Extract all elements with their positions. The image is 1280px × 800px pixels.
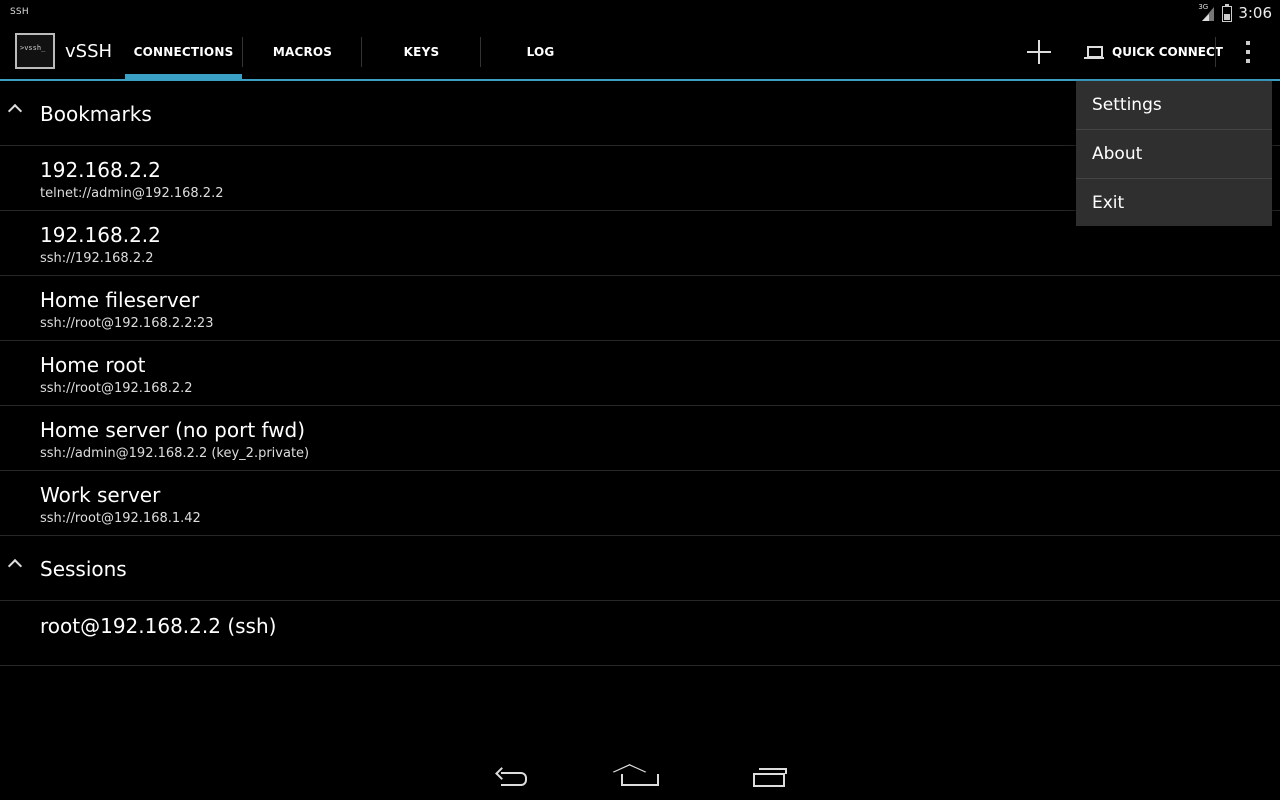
menu-item-label: Exit [1092, 193, 1125, 213]
bookmark-url: ssh://admin@192.168.2.2 (key_2.private) [40, 446, 310, 461]
status-icons: 3G 3:06 [1198, 3, 1272, 23]
bookmark-title: Work server [40, 483, 161, 507]
battery-icon [1222, 3, 1233, 22]
navigation-bar [0, 752, 1280, 800]
app-logo-text: >vssh_ [20, 44, 46, 52]
overflow-menu-icon [1246, 41, 1250, 45]
laptop-icon [1084, 45, 1104, 59]
home-icon[interactable] [621, 768, 659, 786]
quick-connect-button[interactable]: QUICK CONNECT [1084, 40, 1223, 64]
tab-macros-label: MACROS [272, 45, 333, 59]
overflow-menu-icon [1246, 50, 1250, 54]
signal-icon: 3G [1198, 3, 1216, 21]
action-divider [1215, 37, 1216, 67]
overflow-menu: Settings About Exit [1076, 81, 1272, 226]
overflow-menu-button[interactable] [1240, 39, 1256, 65]
tab-macros[interactable]: MACROS [243, 25, 362, 79]
tab-log-label: LOG [526, 45, 555, 59]
tab-keys[interactable]: KEYS [362, 25, 481, 79]
bookmark-url: ssh://192.168.2.2 [40, 251, 154, 266]
app-logo[interactable]: >vssh_ [15, 33, 55, 69]
action-bar: >vssh_ vSSH CONNECTIONS MACROS KEYS LOG … [0, 25, 1280, 81]
bookmark-item[interactable]: Work server ssh://root@192.168.1.42 [0, 471, 1280, 536]
tab-log[interactable]: LOG [481, 25, 600, 79]
section-title: Sessions [40, 557, 127, 581]
bookmark-title: 192.168.2.2 [40, 223, 161, 247]
quick-connect-label: QUICK CONNECT [1112, 45, 1223, 59]
bookmark-title: Home root [40, 353, 146, 377]
section-title: Bookmarks [40, 102, 152, 126]
tab-bar: CONNECTIONS MACROS KEYS LOG [124, 25, 600, 79]
add-bookmark-button[interactable] [1024, 37, 1054, 67]
recent-apps-icon[interactable] [751, 766, 787, 787]
tab-keys-label: KEYS [403, 45, 440, 59]
bookmark-title: Home fileserver [40, 288, 200, 312]
bookmark-title: Home server (no port fwd) [40, 418, 306, 442]
overflow-menu-icon [1246, 59, 1250, 63]
menu-item-settings[interactable]: Settings [1076, 81, 1272, 130]
session-item[interactable]: root@192.168.2.2 (ssh) [0, 601, 1280, 666]
bookmark-url: ssh://root@192.168.1.42 [40, 511, 201, 526]
bookmark-item[interactable]: Home server (no port fwd) ssh://admin@19… [0, 406, 1280, 471]
status-clock: 3:06 [1238, 4, 1272, 22]
tab-connections-label: CONNECTIONS [133, 45, 234, 59]
bookmark-url: telnet://admin@192.168.2.2 [40, 186, 224, 201]
menu-item-exit[interactable]: Exit [1076, 179, 1272, 226]
bookmark-item[interactable]: Home root ssh://root@192.168.2.2 [0, 341, 1280, 406]
app-title: vSSH [65, 41, 113, 62]
menu-item-label: About [1092, 144, 1143, 164]
chevron-up-icon [7, 558, 23, 574]
status-app-label: SSH [10, 7, 29, 17]
session-title: root@192.168.2.2 (ssh) [40, 614, 277, 638]
bookmark-item[interactable]: Home fileserver ssh://root@192.168.2.2:2… [0, 276, 1280, 341]
bookmark-url: ssh://root@192.168.2.2 [40, 381, 193, 396]
status-bar: SSH 3G 3:06 [0, 0, 1280, 25]
back-icon[interactable] [495, 766, 529, 786]
chevron-up-icon [7, 103, 23, 119]
tab-connections[interactable]: CONNECTIONS [124, 25, 243, 79]
bookmark-url: ssh://root@192.168.2.2:23 [40, 316, 214, 331]
menu-item-label: Settings [1092, 95, 1162, 115]
bookmark-title: 192.168.2.2 [40, 158, 161, 182]
sessions-section-header[interactable]: Sessions [0, 536, 1280, 601]
menu-item-about[interactable]: About [1076, 130, 1272, 179]
